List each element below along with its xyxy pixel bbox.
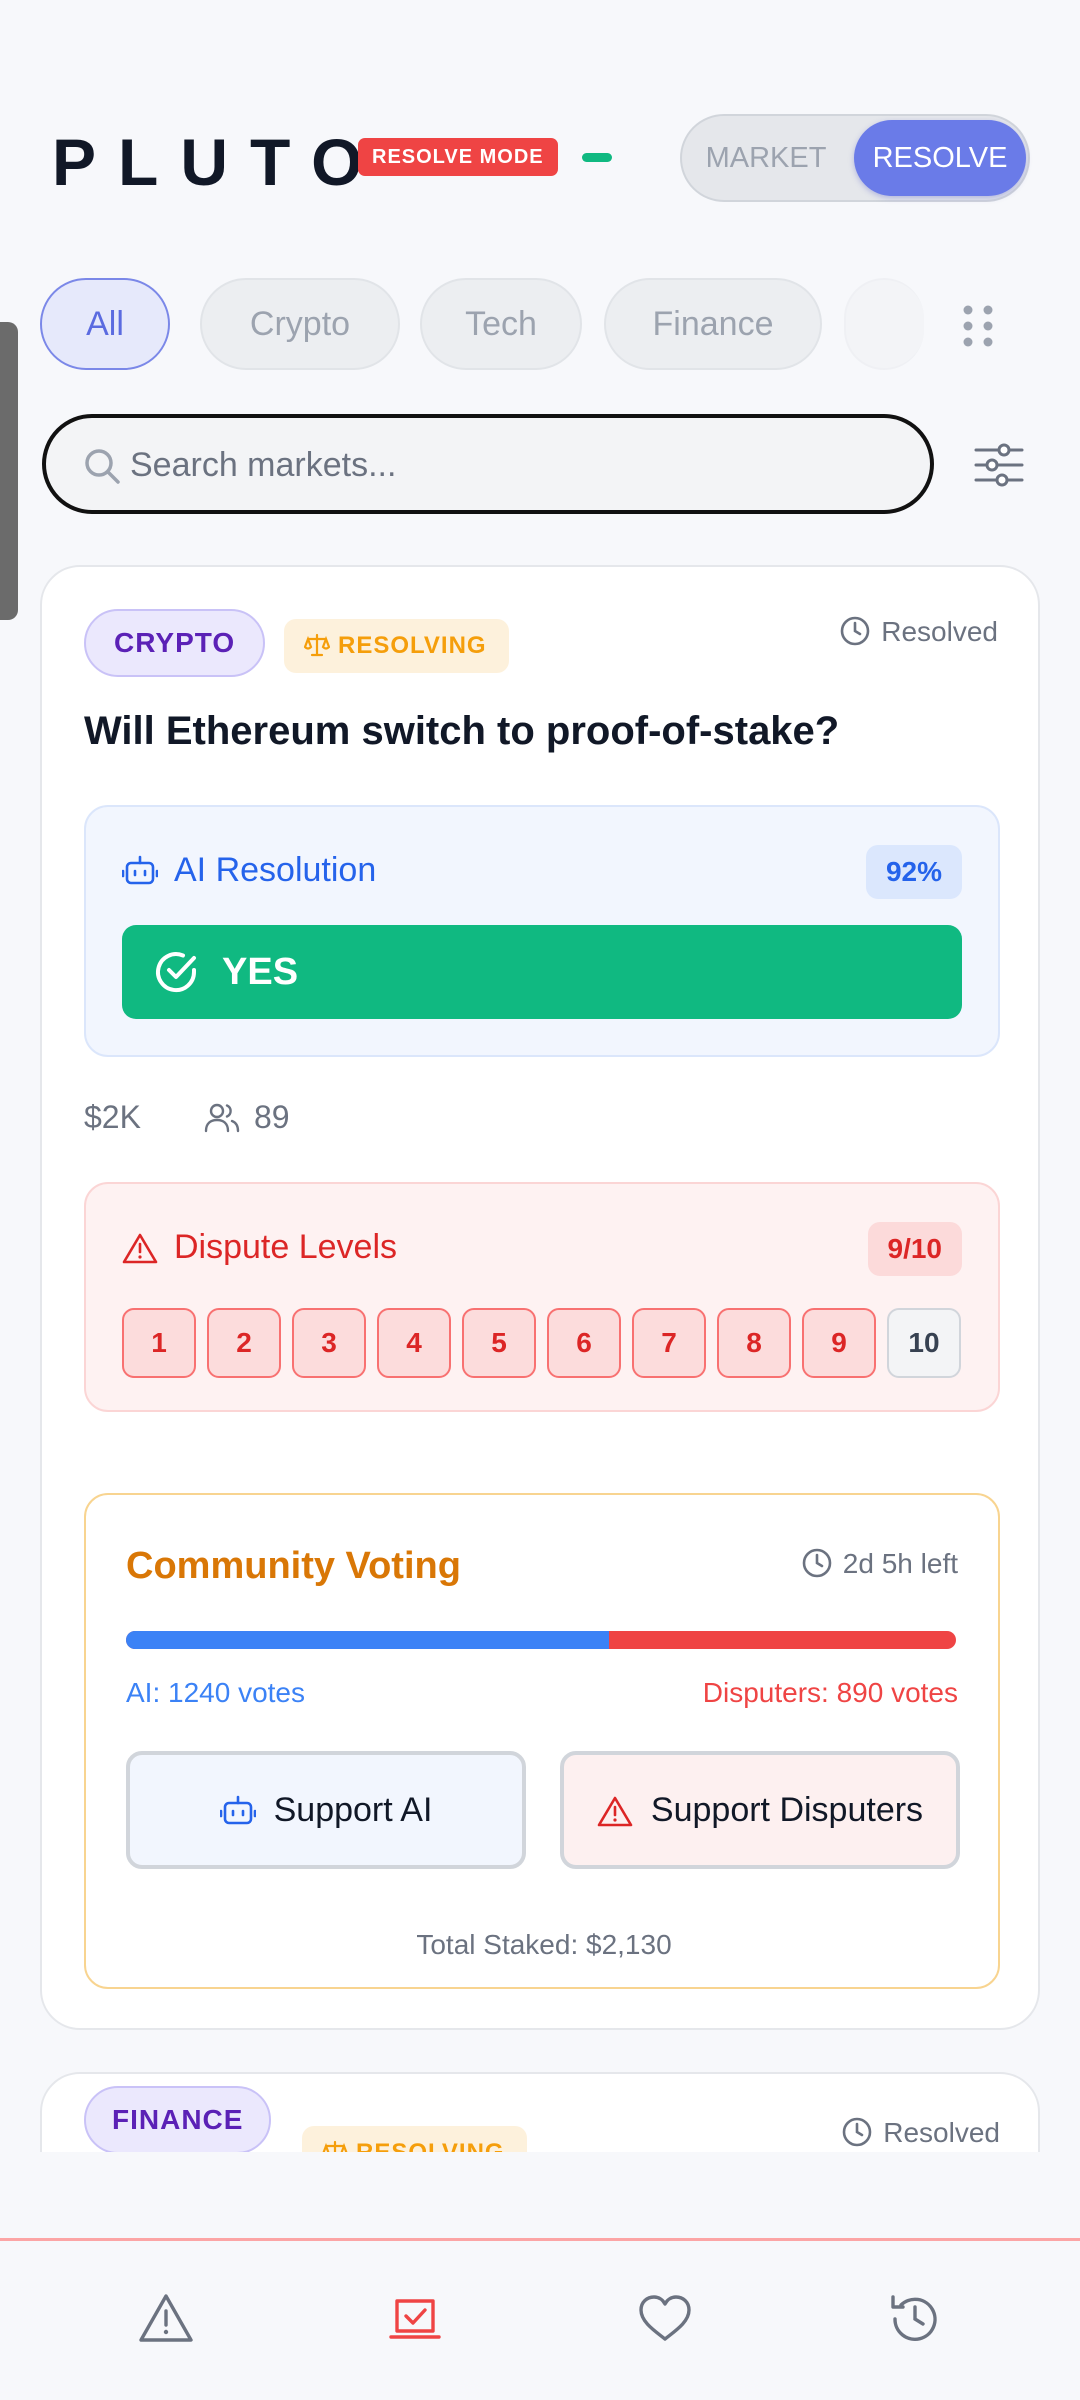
resolve-mode-badge: RESOLVE MODE xyxy=(358,138,558,176)
voting-time-left-label: 2d 5h left xyxy=(842,1548,958,1579)
toggle-resolve-option[interactable]: RESOLVE xyxy=(854,120,1026,196)
dispute-level-count: 9/10 xyxy=(867,1222,962,1276)
dispute-level-boxes: 1 2 3 4 5 6 7 8 9 10 xyxy=(122,1308,966,1378)
dispute-level-box: 6 xyxy=(547,1308,621,1378)
dispute-levels-label: Dispute Levels xyxy=(174,1228,398,1266)
community-voting-panel: Community Voting 2d 5h left AI: 1240 vot… xyxy=(84,1493,1000,1989)
category-chip-crypto[interactable]: Crypto xyxy=(200,278,400,370)
dispute-level-box: 1 xyxy=(122,1308,196,1378)
category-chip-finance[interactable]: Finance xyxy=(604,278,822,370)
status-tag-label: RESOLVING xyxy=(356,2139,505,2152)
dispute-levels-title: Dispute Levels xyxy=(122,1228,397,1267)
status-indicator xyxy=(582,153,612,162)
dispute-level-box: 9 xyxy=(802,1308,876,1378)
disputers-votes-label: Disputers: 890 votes xyxy=(702,1677,958,1708)
dispute-level-box: 5 xyxy=(462,1308,536,1378)
market-question[interactable]: Will Ethereum switch to proof-of-stake? xyxy=(84,709,839,754)
total-staked: Total Staked: $2,130 xyxy=(416,1929,672,1960)
clock-icon xyxy=(802,1548,832,1578)
warning-triangle-icon xyxy=(597,1796,633,1827)
vote-split-ai-fill xyxy=(126,1631,610,1649)
status-tag: RESOLVING xyxy=(302,2126,527,2152)
market-card[interactable]: CRYPTO RESOLVING Resolved Will Ethereum … xyxy=(40,565,1040,2030)
status-bar xyxy=(0,0,1080,90)
search-input[interactable] xyxy=(130,436,890,494)
alert-icon[interactable] xyxy=(138,2291,194,2347)
voting-time-left: 2d 5h left xyxy=(801,1547,958,1580)
resolved-indicator: Resolved xyxy=(839,615,998,648)
heart-icon[interactable] xyxy=(637,2291,693,2347)
category-chips: All Crypto Tech Finance xyxy=(40,278,1040,370)
app-logo: PLUTO xyxy=(52,125,385,199)
dispute-level-box: 3 xyxy=(292,1308,366,1378)
scale-icon xyxy=(303,633,331,657)
support-ai-label: Support AI xyxy=(273,1791,433,1829)
status-tag: RESOLVING xyxy=(284,619,509,673)
category-chip-tech[interactable]: Tech xyxy=(420,278,582,370)
dispute-level-box: 4 xyxy=(377,1308,451,1378)
grid-menu-icon[interactable] xyxy=(958,302,998,350)
mode-toggle[interactable]: MARKET RESOLVE xyxy=(680,114,1030,202)
vote-split-bar xyxy=(126,1631,956,1649)
bottom-nav xyxy=(0,2238,1080,2400)
check-circle-icon xyxy=(156,952,197,993)
search-box[interactable] xyxy=(42,414,934,514)
category-chip-all[interactable]: All xyxy=(40,278,170,370)
clock-icon xyxy=(842,2117,872,2147)
clock-icon xyxy=(840,616,870,646)
participants-count: 89 xyxy=(254,1099,290,1135)
ai-resolution-title: AI Resolution xyxy=(121,851,377,890)
filter-sliders-icon[interactable] xyxy=(972,438,1026,492)
warning-triangle-icon xyxy=(122,1233,158,1264)
category-tag: FINANCE xyxy=(84,2086,272,2152)
support-disputers-label: Support Disputers xyxy=(650,1791,924,1829)
support-disputers-button[interactable]: Support Disputers xyxy=(560,1751,960,1869)
users-icon xyxy=(204,1103,240,1133)
history-icon[interactable] xyxy=(887,2291,943,2347)
status-tag-label: RESOLVING xyxy=(338,632,487,659)
ai-resolution-label: AI Resolution xyxy=(174,851,377,889)
dispute-level-box: 2 xyxy=(207,1308,281,1378)
dispute-level-box: 10 xyxy=(887,1308,961,1378)
scale-icon xyxy=(322,2140,348,2152)
ai-result-banner: YES xyxy=(122,925,962,1019)
resolved-label: Resolved xyxy=(881,616,998,647)
dispute-levels-panel: Dispute Levels 9/10 1 2 3 4 5 6 7 8 9 10 xyxy=(84,1182,1000,1412)
edge-drawer-handle[interactable] xyxy=(0,322,18,620)
category-tag: CRYPTO xyxy=(84,609,266,677)
ai-confidence-badge: 92% xyxy=(865,845,962,899)
participants: 89 xyxy=(204,1099,290,1136)
robot-icon xyxy=(121,855,159,885)
toggle-market-option[interactable]: MARKET xyxy=(688,120,844,196)
resolved-indicator: Resolved xyxy=(841,2116,1000,2149)
app-header: PLUTO RESOLVE MODE MARKET RESOLVE xyxy=(0,100,1080,220)
dispute-level-box: 7 xyxy=(632,1308,706,1378)
community-voting-title: Community Voting xyxy=(126,1545,461,1587)
support-ai-button[interactable]: Support AI xyxy=(126,1751,526,1869)
ai-votes-label: AI: 1240 votes xyxy=(126,1677,306,1708)
search-icon xyxy=(85,449,120,484)
robot-icon xyxy=(219,1795,256,1825)
pool-size: $2K xyxy=(84,1099,141,1135)
ai-result-label: YES xyxy=(222,951,299,993)
ai-resolution-panel: AI Resolution 92% YES xyxy=(84,805,1000,1057)
search-row xyxy=(42,414,1042,514)
resolve-check-icon[interactable] xyxy=(387,2291,443,2347)
category-chip-overflow[interactable] xyxy=(844,278,924,370)
dispute-level-box: 8 xyxy=(717,1308,791,1378)
resolved-label: Resolved xyxy=(883,2117,1000,2148)
